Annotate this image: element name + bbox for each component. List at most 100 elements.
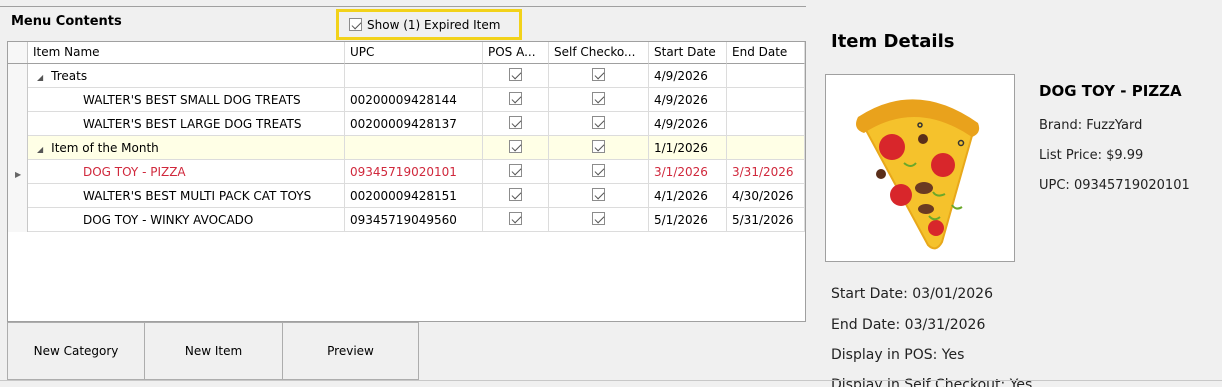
cell-self-checkout[interactable]: [549, 160, 649, 184]
panel-border: [0, 6, 806, 7]
row-header-column: ▶: [8, 42, 28, 232]
cell-upc[interactable]: 00200009428151: [345, 184, 483, 208]
cell-self-checkout[interactable]: [549, 136, 649, 160]
show-expired-checkbox[interactable]: Show (1) Expired Item: [336, 9, 522, 40]
item-row[interactable]: WALTER'S BEST MULTI PACK CAT TOYS 0020000…: [28, 184, 805, 208]
checkbox-checked-icon[interactable]: [592, 212, 605, 225]
cell-start-date[interactable]: 5/1/2026: [649, 208, 727, 232]
cell-end-date[interactable]: [727, 112, 805, 136]
checkbox-checked-icon[interactable]: [592, 164, 605, 177]
cell-pos-available[interactable]: [483, 160, 549, 184]
column-header-self-checkout[interactable]: Self Checko...: [549, 42, 649, 64]
cell-pos-available[interactable]: [483, 184, 549, 208]
cell-upc[interactable]: 09345719020101: [345, 160, 483, 184]
checkbox-checked-icon[interactable]: [592, 68, 605, 81]
display-pos-label: Display in POS: Yes: [831, 347, 965, 363]
menu-contents-title: Menu Contents: [11, 14, 122, 29]
new-item-button[interactable]: New Item: [144, 322, 283, 380]
row-header-corner: [8, 42, 28, 64]
collapse-triangle-icon[interactable]: ◢: [37, 73, 43, 82]
item-name-text: WALTER'S BEST SMALL DOG TREATS: [83, 93, 301, 107]
cell-self-checkout[interactable]: [549, 64, 649, 88]
cell-upc[interactable]: 00200009428144: [345, 88, 483, 112]
checkbox-checked-icon[interactable]: [509, 140, 522, 153]
cell-item-name[interactable]: WALTER'S BEST MULTI PACK CAT TOYS: [28, 184, 345, 208]
cell-pos-available[interactable]: [483, 136, 549, 160]
cell-pos-available[interactable]: [483, 88, 549, 112]
pizza-toy-image: [840, 77, 1000, 259]
end-date-label: End Date: 03/31/2026: [831, 317, 986, 333]
cell-item-name[interactable]: ◢ Treats: [28, 64, 345, 88]
checkbox-checked-icon[interactable]: [509, 164, 522, 177]
cell-end-date[interactable]: 5/31/2026: [727, 208, 805, 232]
cell-start-date[interactable]: 4/9/2026: [649, 64, 727, 88]
checkbox-checked-icon[interactable]: [592, 116, 605, 129]
menu-items-grid: ▶ Item Name UPC POS A... Self Checko... …: [7, 41, 806, 322]
list-price-label: List Price: $9.99: [1039, 148, 1144, 163]
product-image: [825, 74, 1015, 262]
product-name: DOG TOY - PIZZA: [1039, 82, 1182, 100]
cell-end-date[interactable]: [727, 64, 805, 88]
new-category-button[interactable]: New Category: [7, 322, 145, 380]
cell-item-name[interactable]: WALTER'S BEST SMALL DOG TREATS: [28, 88, 345, 112]
checkbox-checked-icon[interactable]: [592, 92, 605, 105]
cell-upc[interactable]: 09345719049560: [345, 208, 483, 232]
checkbox-checked-icon[interactable]: [509, 68, 522, 81]
column-header-upc[interactable]: UPC: [345, 42, 483, 64]
collapse-triangle-icon[interactable]: ◢: [37, 145, 43, 154]
cell-self-checkout[interactable]: [549, 184, 649, 208]
current-row-arrow-icon: ▶: [15, 170, 22, 179]
column-header-item-name[interactable]: Item Name: [28, 42, 345, 64]
cell-item-name[interactable]: DOG TOY - PIZZA: [28, 160, 345, 184]
cell-end-date[interactable]: [727, 136, 805, 160]
cell-end-date[interactable]: 3/31/2026: [727, 160, 805, 184]
checkbox-checked-icon[interactable]: [509, 92, 522, 105]
show-expired-label: Show (1) Expired Item: [367, 17, 501, 32]
button-bar: New Category New Item Preview: [7, 322, 419, 380]
cell-pos-available[interactable]: [483, 64, 549, 88]
item-row[interactable]: WALTER'S BEST SMALL DOG TREATS 0020000942…: [28, 88, 805, 112]
cell-item-name[interactable]: WALTER'S BEST LARGE DOG TREATS: [28, 112, 345, 136]
cell-self-checkout[interactable]: [549, 112, 649, 136]
status-divider: [0, 380, 1222, 381]
column-header-end-date[interactable]: End Date: [727, 42, 805, 64]
checkbox-checked-icon[interactable]: [349, 18, 362, 31]
column-header-pos-available[interactable]: POS A...: [483, 42, 549, 64]
cell-upc[interactable]: [345, 136, 483, 160]
preview-button[interactable]: Preview: [282, 322, 419, 380]
item-row[interactable]: WALTER'S BEST LARGE DOG TREATS 0020000942…: [28, 112, 805, 136]
item-name-text: WALTER'S BEST LARGE DOG TREATS: [83, 117, 302, 131]
checkbox-checked-icon[interactable]: [509, 188, 522, 201]
cell-upc[interactable]: [345, 64, 483, 88]
cell-pos-available[interactable]: [483, 208, 549, 232]
checkbox-checked-icon[interactable]: [509, 116, 522, 129]
item-row[interactable]: DOG TOY - PIZZA 09345719020101 3/1/2026 3/3…: [28, 160, 805, 184]
item-name-text: Item of the Month: [51, 141, 159, 155]
checkbox-checked-icon[interactable]: [592, 140, 605, 153]
checkbox-checked-icon[interactable]: [509, 212, 522, 225]
item-details-panel: Item Details DOG TOY - PIZZA Brand: Fuzz…: [806, 0, 1222, 387]
cell-start-date[interactable]: 4/9/2026: [649, 88, 727, 112]
item-name-text: WALTER'S BEST MULTI PACK CAT TOYS: [83, 189, 312, 203]
cell-start-date[interactable]: 4/1/2026: [649, 184, 727, 208]
column-header-start-date[interactable]: Start Date: [649, 42, 727, 64]
item-name-text: DOG TOY - WINKY AVOCADO: [83, 213, 254, 227]
cell-item-name[interactable]: ◢ Item of the Month: [28, 136, 345, 160]
cell-item-name[interactable]: DOG TOY - WINKY AVOCADO: [28, 208, 345, 232]
item-name-text: Treats: [51, 69, 88, 83]
cell-start-date[interactable]: 4/9/2026: [649, 112, 727, 136]
cell-upc[interactable]: 00200009428137: [345, 112, 483, 136]
cell-self-checkout[interactable]: [549, 88, 649, 112]
cell-start-date[interactable]: 1/1/2026: [649, 136, 727, 160]
cell-end-date[interactable]: [727, 88, 805, 112]
checkbox-checked-icon[interactable]: [592, 188, 605, 201]
category-row[interactable]: ◢ Treats 4/9/2026: [28, 64, 805, 88]
cell-end-date[interactable]: 4/30/2026: [727, 184, 805, 208]
item-name-text: DOG TOY - PIZZA: [83, 165, 186, 179]
cell-start-date[interactable]: 3/1/2026: [649, 160, 727, 184]
cell-self-checkout[interactable]: [549, 208, 649, 232]
category-row[interactable]: ◢ Item of the Month 1/1/2026: [28, 136, 805, 160]
item-details-title: Item Details: [831, 31, 955, 52]
cell-pos-available[interactable]: [483, 112, 549, 136]
item-row[interactable]: DOG TOY - WINKY AVOCADO 09345719049560 5/1…: [28, 208, 805, 232]
